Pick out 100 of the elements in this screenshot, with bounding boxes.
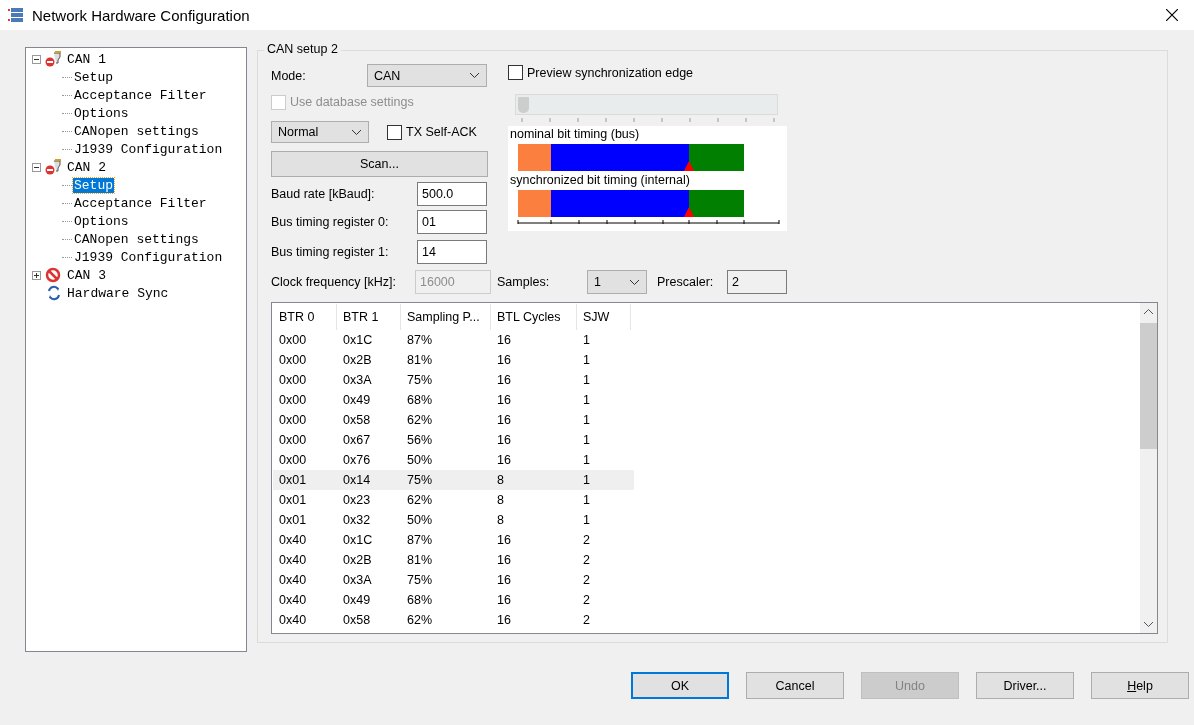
table-cell-text: 87%: [406, 333, 434, 347]
table-cell-text: 0x2B: [342, 353, 373, 367]
close-icon[interactable]: [1166, 9, 1178, 21]
collapse-toggle-icon[interactable]: [32, 54, 41, 64]
table-row[interactable]: 0x40 0x58 62% 16 2: [273, 610, 634, 630]
tree-item[interactable]: CAN 2: [66, 159, 107, 175]
input-field[interactable]: 500.0: [417, 182, 487, 206]
table-cell-text: 2: [582, 533, 591, 547]
input-field[interactable]: 14: [417, 240, 487, 264]
table-row[interactable]: 0x00 0x67 56% 16 1: [273, 430, 634, 450]
slider-thumb[interactable]: [518, 97, 529, 113]
column-header[interactable]: BTR 1: [337, 304, 401, 330]
input-field[interactable]: 01: [417, 210, 487, 234]
table-cell-text: 0x40: [278, 593, 308, 607]
tree-item[interactable]: Acceptance Filter: [73, 87, 208, 103]
tree-item[interactable]: CANopen settings: [73, 123, 200, 139]
table-cell-text: 16: [496, 393, 512, 407]
tree-item[interactable]: Acceptance Filter: [73, 195, 208, 211]
table-row[interactable]: 0x00 0x58 62% 16 1: [273, 410, 634, 430]
column-header[interactable]: BTL Cycles: [491, 304, 577, 330]
table-row[interactable]: 0x40 0x2B 81% 16 2: [273, 550, 634, 570]
table-row[interactable]: 0x01 0x32 50% 8 1: [273, 510, 634, 530]
table-row[interactable]: 0x01 0x23 62% 8 1: [273, 490, 634, 510]
table-cell-text: 1: [582, 393, 591, 407]
connector-error-icon: [45, 51, 63, 67]
table-row[interactable]: 0x00 0x1C 87% 16 1: [273, 330, 634, 350]
tree-item[interactable]: J1939 Configuration: [73, 141, 224, 157]
table-cell-text: 0x00: [278, 393, 308, 407]
table-row[interactable]: 0x00 0x49 68% 16 1: [273, 390, 634, 410]
table-row[interactable]: 0x01 0x14 75% 8 1: [273, 470, 634, 490]
field-label: Samples:: [497, 275, 551, 289]
table-cell-text: 0x58: [342, 613, 372, 627]
table-cell-text: 0x58: [342, 413, 372, 427]
scan-button[interactable]: Scan...: [271, 151, 488, 177]
table-cell-text: 1: [582, 353, 591, 367]
expand-toggle-icon[interactable]: [32, 270, 41, 280]
table-cell-text: 0x40: [278, 613, 308, 627]
collapse-toggle-icon[interactable]: [32, 162, 41, 172]
dialog-button[interactable]: Help: [1091, 672, 1189, 699]
field-label: Bus timing register 0:: [271, 215, 390, 229]
field-label: Bus timing register 1:: [271, 245, 390, 259]
tree-item[interactable]: CAN 3: [66, 267, 107, 283]
input-field[interactable]: 2: [727, 270, 787, 294]
checkbox[interactable]: [387, 124, 402, 140]
table-cell-text: 0x01: [278, 473, 308, 487]
column-header[interactable]: SJW: [577, 304, 631, 330]
checkbox-label: Preview synchronization edge: [527, 65, 694, 80]
table-row[interactable]: 0x00 0x2B 81% 16 1: [273, 350, 634, 370]
table-cell-text: 0x49: [342, 393, 372, 407]
chevron-down-icon: [469, 72, 480, 79]
tree-item[interactable]: CAN 1: [66, 51, 107, 67]
table-cell-text: 1: [582, 493, 591, 507]
operating-mode-dropdown[interactable]: Normal: [271, 121, 369, 143]
table-cell-text: 0x00: [278, 413, 308, 427]
table-cell-text: 0x00: [278, 433, 308, 447]
table-cell-text: 0x40: [278, 533, 308, 547]
table-cell-text: 16: [496, 453, 512, 467]
mode-dropdown[interactable]: CAN: [367, 64, 487, 87]
table-cell-text: 0x00: [278, 453, 308, 467]
table-cell-text: 2: [582, 613, 591, 627]
table-cell-text: 16: [496, 413, 512, 427]
group-title: CAN setup 2: [264, 42, 341, 56]
tree-item[interactable]: Setup: [73, 177, 114, 193]
table-cell-text: 2: [582, 553, 591, 567]
checkbox-label: TX Self-ACK: [406, 125, 477, 139]
dialog-button[interactable]: Driver...: [976, 672, 1074, 699]
table-cell-text: 75%: [406, 573, 434, 587]
tree-item[interactable]: Hardware Sync: [66, 285, 170, 301]
table-cell-text: 16: [496, 333, 512, 347]
table-cell-text: 62%: [406, 613, 434, 627]
table-cell-text: 0x1C: [342, 333, 374, 347]
table-cell-text: 8: [496, 493, 505, 507]
column-header[interactable]: Sampling P...: [401, 304, 491, 330]
dialog-button[interactable]: Cancel: [746, 672, 844, 699]
column-header[interactable]: BTR 0: [273, 304, 337, 330]
chevron-down-icon: [351, 128, 362, 136]
table-row[interactable]: 0x40 0x49 68% 16 2: [273, 590, 634, 610]
tree-item[interactable]: CANopen settings: [73, 231, 200, 247]
table-cell-text: 16: [496, 613, 512, 627]
table-cell-text: 1: [582, 433, 591, 447]
table-cell-text: 16: [496, 573, 512, 587]
table-row[interactable]: 0x00 0x76 50% 16 1: [273, 450, 634, 470]
table-cell-text: 16: [496, 553, 512, 567]
scrollbar[interactable]: [1140, 303, 1157, 633]
table-cell-text: 0x40: [278, 573, 308, 587]
table-cell-text: 50%: [406, 513, 434, 527]
tree-item[interactable]: Setup: [73, 69, 114, 85]
table-cell-text: 0x00: [278, 353, 308, 367]
table-cell-text: 1: [582, 333, 591, 347]
table-row[interactable]: 0x40 0x3A 75% 16 2: [273, 570, 634, 590]
chevron-down-icon: [629, 278, 640, 286]
checkbox[interactable]: [508, 65, 523, 80]
table-cell-text: 16: [496, 593, 512, 607]
tree-item[interactable]: J1939 Configuration: [73, 249, 224, 265]
table-row[interactable]: 0x40 0x1C 87% 16 2: [273, 530, 634, 550]
dialog-button[interactable]: OK: [631, 672, 729, 699]
samples-dropdown[interactable]: 1: [587, 270, 647, 294]
table-row[interactable]: 0x00 0x3A 75% 16 1: [273, 370, 634, 390]
tree-item[interactable]: Options: [73, 213, 130, 229]
tree-item[interactable]: Options: [73, 105, 130, 121]
